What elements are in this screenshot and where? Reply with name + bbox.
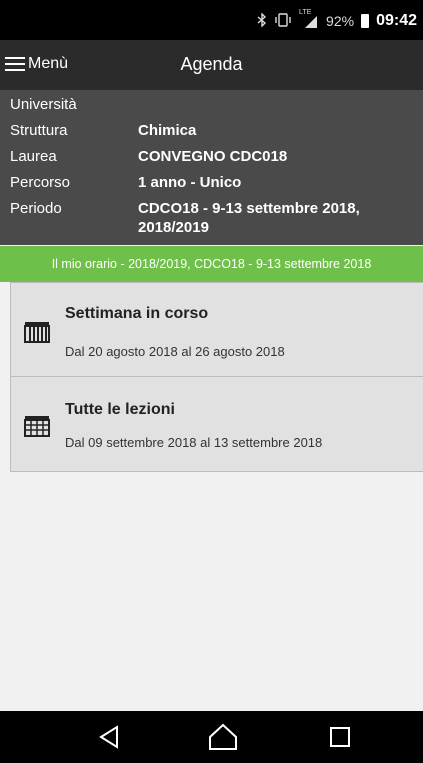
battery-icon (361, 14, 370, 28)
navigation-bar (0, 711, 423, 763)
schedule-banner: Il mio orario - 2018/2019, CDCO18 - 9-13… (0, 246, 423, 282)
card-week[interactable]: Settimana in corso Dal 20 agosto 2018 al… (10, 282, 423, 377)
info-value: 1 anno - Unico (138, 174, 242, 191)
month-calendar-icon (24, 415, 50, 442)
info-panel: Università Struttura Chimica Laurea CONV… (0, 90, 423, 245)
app-bar: Menù Agenda (0, 40, 423, 90)
info-value: 2018/2019 (138, 219, 209, 236)
card-subtitle: Dal 20 agosto 2018 al 26 agosto 2018 (65, 344, 285, 359)
info-value: CDCO18 - 9-13 settembre 2018, (138, 200, 360, 217)
info-key: Università (10, 96, 77, 113)
info-key: Periodo (10, 200, 62, 217)
signal-icon: LTE (299, 9, 319, 29)
info-key: Laurea (10, 148, 57, 165)
clock: 09:42 (376, 12, 417, 29)
status-icons: LTE 92% 09:42 (257, 9, 417, 30)
info-value: Chimica (138, 122, 197, 139)
status-bar: LTE 92% 09:42 (0, 0, 423, 40)
battery-percent: 92% (326, 13, 355, 29)
card-title: Settimana in corso (65, 305, 209, 322)
week-calendar-icon (24, 321, 50, 348)
card-subtitle: Dal 09 settembre 2018 al 13 settembre 20… (65, 435, 323, 450)
back-icon[interactable] (91, 721, 131, 753)
info-key: Percorso (10, 174, 71, 191)
bluetooth-icon (257, 11, 267, 30)
info-key: Struttura (10, 122, 68, 139)
home-icon[interactable] (203, 721, 243, 753)
card-title: Tutte le lezioni (65, 401, 175, 418)
info-value: CONVEGNO CDC018 (138, 148, 288, 165)
card-all-lessons[interactable]: Tutte le lezioni Dal 09 settembre 2018 a… (10, 376, 423, 472)
page-title: Agenda (180, 54, 243, 74)
recents-icon[interactable] (320, 721, 360, 753)
vibrate-icon (274, 12, 292, 30)
